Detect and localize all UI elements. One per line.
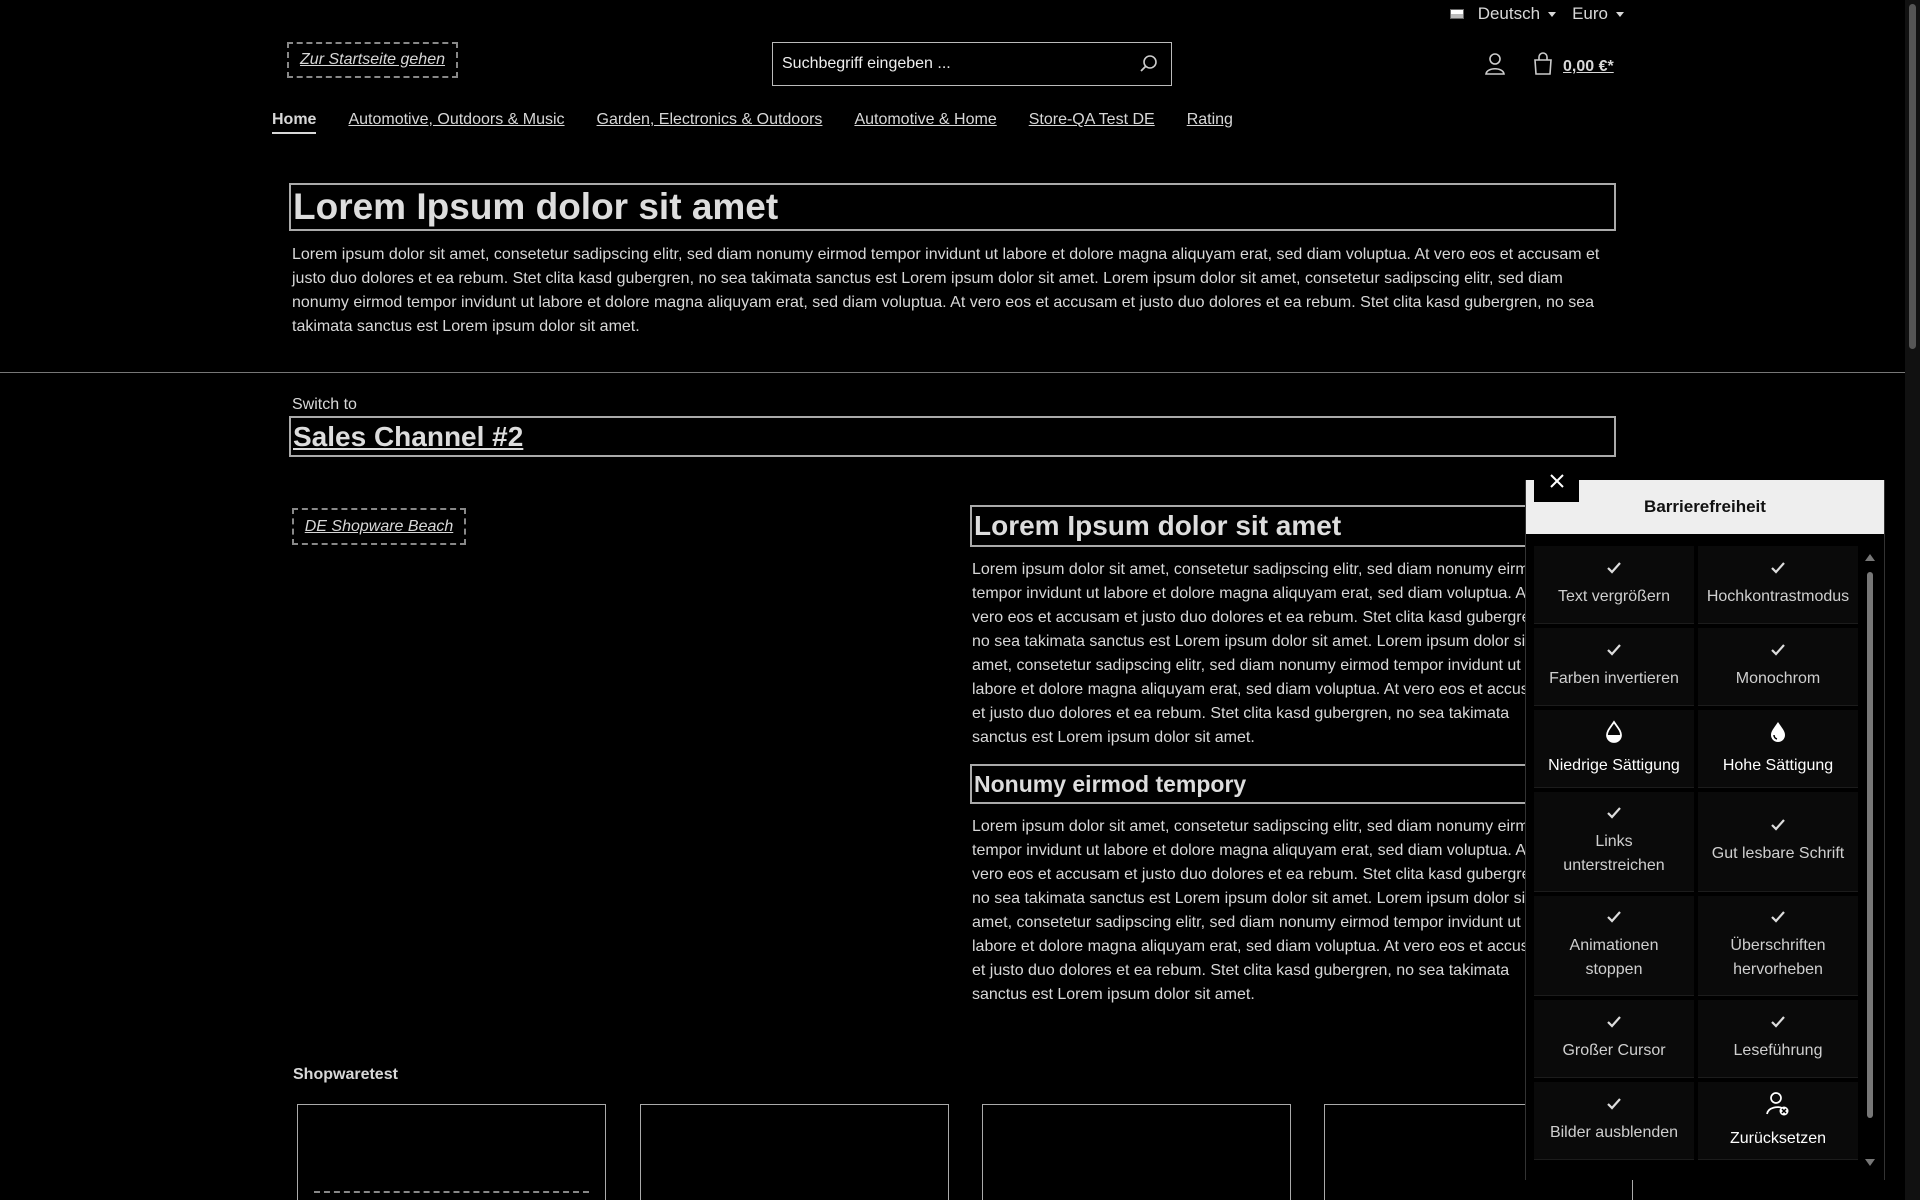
search-input[interactable]: Suchbegriff eingeben ... [772, 42, 1172, 86]
option-reading-guide[interactable]: Leseführung [1698, 1000, 1858, 1078]
topbar: Deutsch Euro [1449, 4, 1624, 24]
section-divider [0, 372, 1905, 373]
option-reset[interactable]: Zurücksetzen [1698, 1082, 1858, 1160]
option-large-cursor[interactable]: Großer Cursor [1534, 1000, 1694, 1078]
droplet-full-icon [1771, 721, 1785, 742]
image-link[interactable]: DE Shopware Beach [292, 508, 466, 545]
close-icon [1549, 473, 1564, 488]
cart-total: 0,00 €* [1563, 58, 1614, 75]
home-link[interactable]: Zur Startseite gehen [287, 42, 458, 78]
option-high-contrast[interactable]: Hochkontrastmodus [1698, 546, 1858, 624]
option-label: Gut lesbare Schrift [1711, 844, 1845, 862]
accessibility-panel: Barrierefreiheit Text vergrößern Hochkon… [1525, 480, 1885, 1180]
option-hide-images[interactable]: Bilder ausblenden [1534, 1082, 1694, 1160]
option-label: Monochrom [1735, 669, 1821, 687]
option-invert-colors[interactable]: Farben invertieren [1534, 628, 1694, 706]
option-stop-animations[interactable]: Animationen stoppen [1534, 896, 1694, 996]
check-icon [1607, 806, 1621, 819]
product-image-link[interactable] [314, 1191, 589, 1200]
product-card[interactable] [982, 1104, 1291, 1200]
hero-text: Lorem ipsum dolor sit amet, consetetur s… [292, 246, 1600, 335]
panel-scrollbar-thumb[interactable] [1867, 572, 1873, 1118]
scrollbar-thumb[interactable] [1909, 4, 1916, 349]
check-icon [1607, 561, 1621, 574]
product-card[interactable] [640, 1104, 949, 1200]
option-label: Überschriften hervorheben [1730, 936, 1826, 978]
check-icon [1771, 1015, 1785, 1028]
option-highlight-headings[interactable]: Überschriften hervorheben [1698, 896, 1858, 996]
user-reset-icon [1766, 1091, 1789, 1115]
currency-label: Euro [1572, 4, 1608, 23]
search-placeholder: Suchbegriff eingeben ... [782, 55, 951, 72]
section-text-2: Lorem ipsum dolor sit amet, consetetur s… [972, 818, 1551, 1003]
nav-item-garden-electronics-outdoors[interactable]: Garden, Electronics & Outdoors [597, 111, 823, 134]
language-dropdown[interactable]: Deutsch [1449, 4, 1557, 24]
check-icon [1607, 1015, 1621, 1028]
option-monochrome[interactable]: Monochrom [1698, 628, 1858, 706]
scroll-up-arrow-icon[interactable] [1865, 554, 1875, 561]
option-label: Animationen stoppen [1569, 936, 1659, 978]
option-label: Bilder ausblenden [1549, 1123, 1679, 1141]
sales-channel-link[interactable]: Sales Channel #2 [289, 416, 1616, 457]
droplet-half-icon [1606, 719, 1622, 743]
check-icon [1607, 643, 1621, 656]
nav-item-home[interactable]: Home [272, 111, 317, 134]
currency-dropdown[interactable]: Euro [1572, 4, 1624, 24]
check-icon [1771, 910, 1785, 923]
section-subtitle: Nonumy eirmod tempory [970, 764, 1570, 804]
option-text-enlarge[interactable]: Text vergrößern [1534, 546, 1694, 624]
option-readable-font[interactable]: Gut lesbare Schrift [1698, 792, 1858, 892]
cart-button[interactable]: 0,00 €* [1531, 52, 1614, 76]
account-icon[interactable] [1484, 52, 1506, 76]
option-label: Links unterstreichen [1563, 832, 1665, 874]
scroll-down-arrow-icon[interactable] [1865, 1159, 1875, 1166]
language-label: Deutsch [1477, 4, 1541, 23]
nav-item-automotive-home[interactable]: Automotive & Home [854, 111, 996, 134]
section-text: Lorem ipsum dolor sit amet, consetetur s… [972, 561, 1551, 746]
nav-item-rating[interactable]: Rating [1187, 111, 1233, 134]
check-icon [1771, 561, 1785, 574]
option-label: Leseführung [1733, 1041, 1823, 1059]
check-icon [1771, 643, 1785, 656]
flag-icon [1449, 9, 1464, 19]
caret-down-icon [1548, 11, 1557, 17]
check-icon [1771, 818, 1785, 831]
section-title: Lorem Ipsum dolor sit amet [970, 505, 1570, 547]
check-icon [1607, 1097, 1621, 1110]
accessibility-panel-title: Barrierefreiheit [1526, 480, 1884, 534]
option-label: Niedrige Sättigung [1548, 756, 1680, 774]
option-high-saturation[interactable]: Hohe Sättigung [1698, 710, 1858, 788]
product-slider-title: Shopwaretest [293, 1066, 398, 1083]
cart-icon [1534, 52, 1552, 75]
close-button[interactable] [1534, 459, 1579, 502]
nav-item-automotive-outdoors-music[interactable]: Automotive, Outdoors & Music [348, 111, 564, 134]
nav-item-store-qa-test[interactable]: Store-QA Test DE [1029, 111, 1155, 134]
panel-scrollbar[interactable] [1865, 554, 1875, 1174]
option-label: Großer Cursor [1562, 1041, 1666, 1059]
page-scrollbar[interactable] [1905, 0, 1920, 1200]
switch-label: Switch to [292, 396, 357, 413]
option-underline-links[interactable]: Links unterstreichen [1534, 792, 1694, 892]
option-low-saturation[interactable]: Niedrige Sättigung [1534, 710, 1694, 788]
product-card[interactable] [297, 1104, 606, 1200]
option-label: Text vergrößern [1557, 587, 1671, 605]
option-label: Farben invertieren [1549, 669, 1679, 687]
search-icon[interactable] [1139, 54, 1159, 74]
option-label: Hochkontrastmodus [1706, 587, 1850, 605]
hero-title: Lorem Ipsum dolor sit amet [289, 183, 1616, 231]
caret-down-icon [1616, 11, 1624, 17]
accessibility-options: Text vergrößern Hochkontrastmodus Farben… [1534, 546, 1860, 1160]
main-navigation: Home Automotive, Outdoors & Music Garden… [272, 111, 1233, 134]
option-label: Hohe Sättigung [1722, 756, 1834, 774]
option-label: Zurücksetzen [1729, 1129, 1827, 1147]
check-icon [1607, 910, 1621, 923]
